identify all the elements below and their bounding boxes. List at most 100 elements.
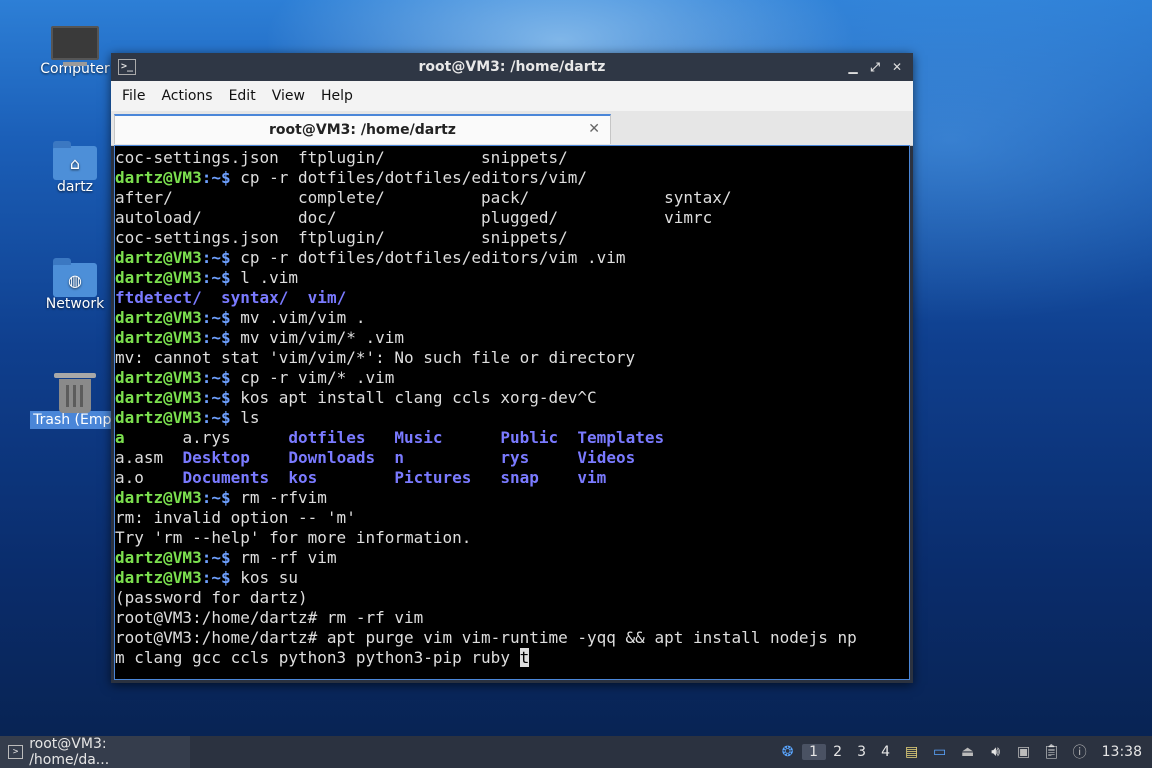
file-entry: dotfiles: [288, 428, 366, 447]
file-entry: Music: [394, 428, 443, 447]
window-titlebar[interactable]: >_ root@VM3: /home/dartz ▁ ⤢ ✕: [111, 53, 913, 81]
prompt-path: :~$: [201, 568, 231, 587]
close-button[interactable]: ✕: [889, 59, 905, 75]
terminal-line: dartz@VM3:~$ mv vim/vim/* .vim: [115, 328, 909, 348]
terminal-output[interactable]: coc-settings.json ftplugin/ snippets/dar…: [114, 145, 910, 680]
prompt-user: dartz@VM3: [115, 388, 202, 407]
file-entry: rys: [500, 448, 530, 467]
home-folder-icon: ⌂: [53, 141, 97, 180]
maximize-button[interactable]: ⤢: [867, 59, 883, 75]
prompt-path: :~$: [201, 248, 231, 267]
terminal-line: mv: cannot stat 'vim/vim/*': No such fil…: [115, 348, 909, 368]
terminal-text: coc-settings.json ftplugin/ snippets/: [115, 228, 568, 247]
terminal-line: a.asm Desktop Downloads n rys Videos: [115, 448, 909, 468]
prompt-user: dartz@VM3: [115, 168, 202, 187]
app-launcher-icon[interactable]: ❂: [777, 741, 799, 763]
file-entry: snap: [500, 468, 539, 487]
desktop-show-icon[interactable]: ▭: [929, 741, 951, 763]
desktop-icon-label: Trash (Empt: [30, 411, 120, 429]
upload-icon[interactable]: ⏏: [957, 741, 979, 763]
desktop-icon-network[interactable]: ◍ Network: [25, 257, 125, 313]
dir-entry: ftdetect/: [115, 288, 202, 307]
workspace-3[interactable]: 3: [850, 744, 874, 760]
terminal-text: (password for dartz): [115, 588, 308, 607]
workspace-1[interactable]: 1: [801, 744, 826, 760]
terminal-window: >_ root@VM3: /home/dartz ▁ ⤢ ✕ File Acti…: [111, 53, 913, 683]
terminal-text: autoload/ doc/ plugged/ vimrc: [115, 208, 713, 227]
terminal-line: coc-settings.json ftplugin/ snippets/: [115, 148, 909, 168]
command-text: mv vim/vim/* .vim: [230, 328, 404, 347]
clipboard-icon[interactable]: 📋︎: [1041, 741, 1063, 763]
notification-icon[interactable]: ⓘ: [1069, 741, 1091, 763]
prompt-user: dartz@VM3: [115, 548, 202, 567]
file-entry: a.rys: [182, 428, 231, 447]
tab-bar: root@VM3: /home/dartz ✕: [111, 111, 913, 146]
menu-edit[interactable]: Edit: [221, 88, 264, 104]
prompt-path: :~$: [201, 168, 231, 187]
desktop-icon-trash[interactable]: Trash (Empt: [25, 373, 125, 429]
file-entry: Pictures: [394, 468, 472, 487]
file-entry: Downloads: [288, 448, 376, 467]
terminal-line: Try 'rm --help' for more information.: [115, 528, 909, 548]
prompt-path: :~$: [201, 328, 231, 347]
terminal-line: dartz@VM3:~$ kos apt install clang ccls …: [115, 388, 909, 408]
terminal-text: root@VM3:/home/dartz# apt purge vim vim-…: [115, 628, 857, 647]
minimize-button[interactable]: ▁: [845, 59, 861, 75]
desktop-icon-label: dartz: [56, 179, 94, 195]
prompt-path: :~$: [201, 308, 231, 327]
tab-terminal[interactable]: root@VM3: /home/dartz ✕: [114, 114, 611, 144]
menu-actions[interactable]: Actions: [153, 88, 220, 104]
prompt-path: :~$: [201, 368, 231, 387]
file-entry: a.asm: [115, 448, 164, 467]
desktop-icon-computer[interactable]: Computer: [25, 22, 125, 78]
dir-entry: vim/: [307, 288, 347, 307]
terminal-line: dartz@VM3:~$ ls: [115, 408, 909, 428]
dir-entry: syntax/: [220, 288, 289, 307]
terminal-line: autoload/ doc/ plugged/ vimrc: [115, 208, 909, 228]
computer-icon: [51, 26, 99, 66]
taskbar-terminal-label: root@VM3: /home/da...: [29, 736, 110, 768]
file-entry: vim: [577, 468, 607, 487]
terminal-line: a a.rys dotfiles Music Public Templates: [115, 428, 909, 448]
taskbar-terminal-button[interactable]: > root@VM3: /home/da...: [0, 736, 190, 768]
prompt-user: dartz@VM3: [115, 408, 202, 427]
workspace-2[interactable]: 2: [826, 744, 850, 760]
terminal-line: dartz@VM3:~$ kos su: [115, 568, 909, 588]
terminal-line: after/ complete/ pack/ syntax/: [115, 188, 909, 208]
terminal-text: after/ complete/ pack/ syntax/: [115, 188, 732, 207]
system-tray: ❂ 1 2 3 4 ▤ ▭ ⏏ 🔊︎ ▣ 📋︎ ⓘ 13:38: [774, 736, 1152, 768]
prompt-user: dartz@VM3: [115, 368, 202, 387]
prompt-path: :~$: [201, 268, 231, 287]
desktop-icon-home[interactable]: ⌂ dartz: [25, 140, 125, 196]
terminal-line: coc-settings.json ftplugin/ snippets/: [115, 228, 909, 248]
prompt-user: dartz@VM3: [115, 488, 202, 507]
command-text: rm -rfvim: [230, 488, 327, 507]
prompt-user: dartz@VM3: [115, 328, 202, 347]
terminal-line: root@VM3:/home/dartz# rm -rf vim: [115, 608, 909, 628]
command-text: ls: [230, 408, 260, 427]
command-text: kos apt install clang ccls xorg-dev^C: [230, 388, 597, 407]
menu-file[interactable]: File: [114, 88, 153, 104]
command-text: m clang gcc ccls python3 python3-pip rub…: [115, 648, 520, 667]
terminal-text: rm: invalid option -- 'm': [115, 508, 356, 527]
network-icon[interactable]: ▣: [1013, 741, 1035, 763]
menu-view[interactable]: View: [264, 88, 313, 104]
workspace-4[interactable]: 4: [874, 744, 898, 760]
menu-help[interactable]: Help: [313, 88, 361, 104]
tab-close-icon[interactable]: ✕: [588, 121, 600, 137]
terminal-line: root@VM3:/home/dartz# apt purge vim vim-…: [115, 628, 909, 648]
volume-icon[interactable]: 🔊︎: [985, 741, 1007, 763]
file-entry: n: [394, 448, 405, 467]
terminal-line: dartz@VM3:~$ cp -r dotfiles/dotfiles/edi…: [115, 248, 909, 268]
terminal-app-icon: >_: [118, 59, 136, 75]
file-entry: a: [115, 428, 125, 447]
notes-icon[interactable]: ▤: [901, 741, 923, 763]
